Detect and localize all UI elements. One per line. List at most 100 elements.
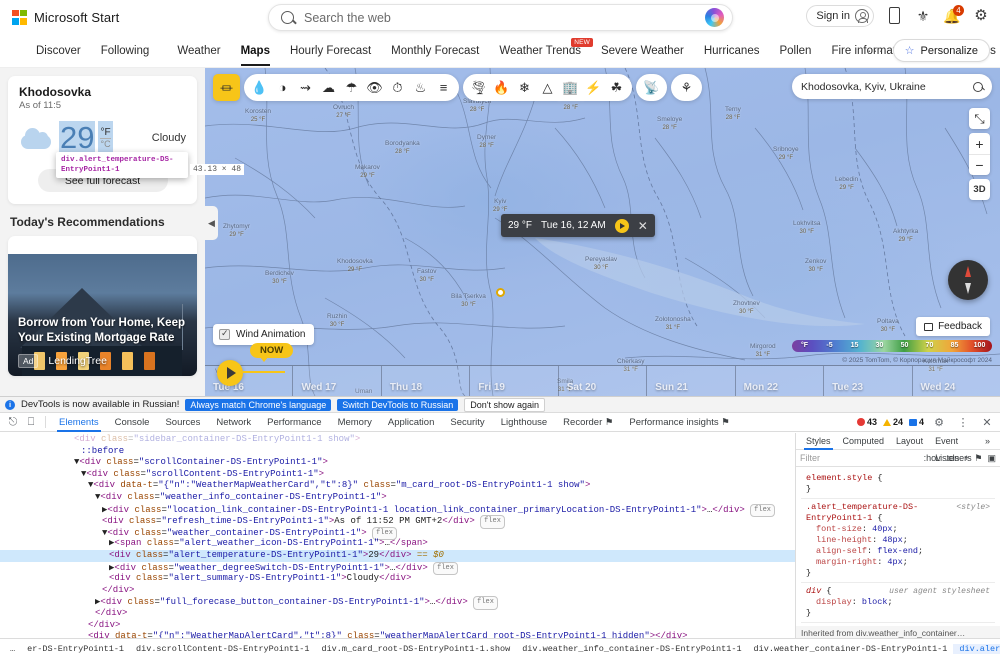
- pressure-icon[interactable]: ⏱: [386, 76, 409, 99]
- declaration-property[interactable]: margin-right: [806, 557, 877, 567]
- ad-brand[interactable]: LendingTree: [48, 355, 107, 367]
- timeline-day[interactable]: Fri 19: [470, 366, 559, 396]
- dom-node-line[interactable]: <div class="sidebar_container-DS-EntryPo…: [0, 434, 795, 446]
- dom-node-line[interactable]: </div>: [0, 608, 795, 620]
- print-media-icon[interactable]: ⚑: [974, 453, 982, 464]
- nav-item-hurricanes[interactable]: Hurricanes: [694, 45, 770, 57]
- lightning-icon[interactable]: ⚡: [582, 76, 605, 99]
- declaration-property[interactable]: line-height: [806, 535, 872, 545]
- dom-node-line[interactable]: </div>: [0, 585, 795, 597]
- styles-tab-event-listeners[interactable]: Event Listeners: [929, 433, 979, 463]
- allergy-icon[interactable]: ⚘: [675, 76, 698, 99]
- sign-in-button[interactable]: Sign in: [806, 5, 874, 27]
- tab-security[interactable]: Security: [442, 413, 492, 432]
- timeline-day[interactable]: Sun 21: [647, 366, 736, 396]
- nav-item-weather[interactable]: Weather: [167, 45, 230, 57]
- nav-item-severe-weather[interactable]: Severe Weather: [591, 45, 694, 57]
- tab-sources[interactable]: Sources: [157, 413, 208, 432]
- dom-node-line[interactable]: ▼<div data-t="{"n":"WeatherMapWeatherCar…: [0, 480, 795, 492]
- breadcrumb-item[interactable]: …: [4, 644, 21, 654]
- hurricane-icon[interactable]: 🌪: [467, 76, 490, 99]
- wind-icon[interactable]: ⇝: [294, 76, 317, 99]
- switch-to-russian-button[interactable]: Switch DevTools to Russian: [337, 398, 459, 411]
- humidity-icon[interactable]: ♨: [409, 76, 432, 99]
- breadcrumb-item[interactable]: er-DS-EntryPoint1-1: [21, 644, 130, 654]
- alert-icon[interactable]: △: [536, 76, 559, 99]
- styles-tab-computed[interactable]: Computed: [837, 433, 891, 450]
- web-search-box[interactable]: Search the web: [268, 4, 733, 31]
- breadcrumb-item[interactable]: div.m_card_root-DS-EntryPoint1-1.show: [315, 644, 516, 654]
- 3d-toggle-button[interactable]: 3D: [969, 179, 990, 200]
- weather-map[interactable]: Korosten25 °FOvruch27 °FSlavutych28 °FCh…: [205, 68, 1000, 396]
- compass-icon[interactable]: [948, 260, 988, 300]
- inspect-element-icon[interactable]: ⎋: [4, 415, 22, 430]
- sidebar-collapse-icon[interactable]: ◀: [205, 206, 218, 240]
- declaration-property[interactable]: display: [806, 597, 852, 607]
- nav-overflow-icon[interactable]: ···: [867, 43, 885, 58]
- style-rule-div-useragent[interactable]: user agent stylesheet div { display: blo…: [801, 583, 995, 623]
- computed-sidebar-icon[interactable]: ▣: [987, 453, 996, 464]
- nav-item-weather-trends[interactable]: Weather Trends NEW: [489, 37, 593, 57]
- tab-lighthouse[interactable]: Lighthouse: [493, 413, 555, 432]
- message-counter[interactable]: 4: [908, 417, 924, 427]
- dom-node-line[interactable]: ▼<div class="weather_info_container-DS-E…: [0, 492, 795, 504]
- map-location-search[interactable]: Khodosovka, Kyiv, Ukraine: [792, 74, 992, 99]
- declaration-property[interactable]: font-size: [806, 524, 862, 534]
- nav-item-hourly-forecast[interactable]: Hourly Forecast: [280, 45, 381, 57]
- map-search-input[interactable]: Khodosovka, Kyiv, Ukraine: [801, 81, 926, 93]
- timeline-day[interactable]: Wed 24: [913, 366, 1000, 396]
- zoom-out-button[interactable]: −: [969, 154, 990, 175]
- error-counter[interactable]: 43: [856, 417, 877, 427]
- dom-tree[interactable]: <div class="sidebar_container-DS-EntryPo…: [0, 433, 795, 638]
- tab-console[interactable]: Console: [107, 413, 158, 432]
- radar-icon[interactable]: ◑: [271, 76, 294, 99]
- dom-node-line[interactable]: ▶<span class="alert_weather_icon-DS-Entr…: [0, 538, 795, 550]
- styles-tab-layout[interactable]: Layout: [890, 433, 929, 450]
- copilot-icon[interactable]: [705, 8, 724, 27]
- notifications-icon[interactable]: 🔔 4: [943, 5, 964, 25]
- timeline-play-button[interactable]: [217, 360, 243, 386]
- fire-icon[interactable]: 🔥: [490, 76, 513, 99]
- popup-close-icon[interactable]: ✕: [638, 219, 648, 233]
- wind-animation-checkbox[interactable]: [219, 328, 230, 340]
- timeline-day[interactable]: Wed 17: [293, 366, 382, 396]
- snow-icon[interactable]: ❄: [513, 76, 536, 99]
- timeline-day[interactable]: Tue 23: [824, 366, 913, 396]
- styles-tab-overflow[interactable]: »: [979, 433, 996, 450]
- map-search-icon[interactable]: [973, 81, 983, 92]
- breadcrumb-item[interactable]: div.weather_container-DS-EntryPoint1-1: [748, 644, 954, 654]
- dom-node-line[interactable]: ▶<div class="weather_degreeSwitch-DS-Ent…: [0, 561, 795, 576]
- settings-gear-icon[interactable]: ⚙: [972, 7, 990, 25]
- warning-counter[interactable]: 24: [882, 417, 903, 427]
- weather-location[interactable]: Khodosovka: [19, 85, 186, 99]
- declaration-value[interactable]: flex-end: [877, 546, 918, 556]
- tab-memory[interactable]: Memory: [330, 413, 380, 432]
- dom-node-line[interactable]: ▼<div class="scrollContainer-DS-EntryPoi…: [0, 457, 795, 469]
- tab-network[interactable]: Network: [208, 413, 259, 432]
- styles-rules[interactable]: element.style {} <style> .alert_temperat…: [796, 467, 1000, 626]
- device-toolbar-icon[interactable]: ⎕: [22, 415, 40, 430]
- breadcrumb-item[interactable]: div.weather_info_container-DS-EntryPoint…: [516, 644, 747, 654]
- always-match-language-button[interactable]: Always match Chrome's language: [185, 398, 332, 411]
- recommendation-ad-card[interactable]: Borrow from Your Home, Keep Your Existin…: [8, 236, 197, 376]
- popup-play-icon[interactable]: [614, 218, 629, 233]
- nav-item-monthly-forecast[interactable]: Monthly Forecast: [381, 45, 489, 57]
- declaration-value[interactable]: 40px: [872, 524, 892, 534]
- declaration-value[interactable]: 48px: [882, 535, 902, 545]
- dom-node-line[interactable]: </div>: [0, 620, 795, 632]
- devtools-more-icon[interactable]: ⋮: [954, 415, 972, 430]
- dont-show-again-button[interactable]: Don't show again: [464, 397, 546, 412]
- devtools-close-icon[interactable]: ✕: [978, 415, 996, 430]
- tab-performance[interactable]: Performance: [259, 413, 329, 432]
- dom-node-line[interactable]: ▶<div class="full_forecase_button_contai…: [0, 596, 795, 610]
- cloud-icon[interactable]: ☁: [317, 76, 340, 99]
- precipitation-icon[interactable]: ☂: [340, 76, 363, 99]
- degree-switch[interactable]: °F °C: [98, 121, 113, 155]
- tab-application[interactable]: Application: [380, 413, 442, 432]
- phone-icon[interactable]: [885, 7, 903, 25]
- breadcrumb-item[interactable]: div.scrollContent-DS-EntryPoint1-1: [130, 644, 315, 654]
- tab-elements[interactable]: Elements: [51, 413, 107, 432]
- pollen-icon[interactable]: ☘: [605, 76, 628, 99]
- unit-celsius[interactable]: °C: [100, 137, 111, 150]
- nav-item-pollen[interactable]: Pollen: [769, 45, 821, 57]
